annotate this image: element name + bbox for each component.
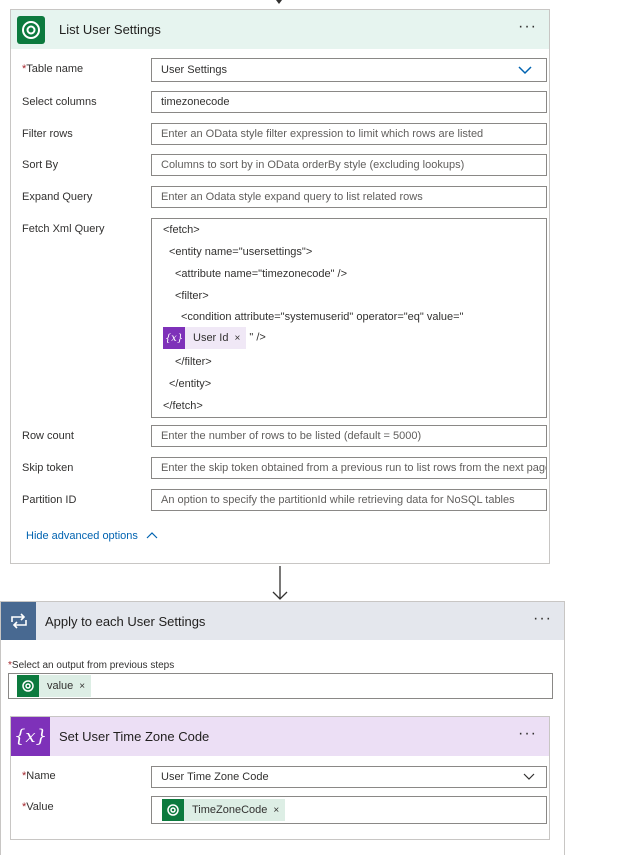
variable-value-label: Value	[26, 801, 54, 813]
user-id-token-line: {x} User Id × " />	[163, 327, 266, 349]
connector-arrow-head	[276, 0, 282, 4]
more-options-icon[interactable]: ···	[518, 726, 537, 742]
chevron-down-icon	[518, 66, 532, 75]
user-id-token[interactable]: {x} User Id ×	[163, 327, 247, 349]
expand-query-label: Expand Query	[22, 191, 93, 203]
variable-value-input[interactable]: TimeZoneCode ×	[151, 796, 547, 824]
xml-line: <filter>	[175, 290, 209, 302]
select-columns-label: Select columns	[22, 96, 97, 108]
partition-id-input[interactable]: An option to specify the partitionId whi…	[151, 489, 547, 511]
remove-token-icon[interactable]: ×	[79, 681, 85, 692]
row-count-label: Row count	[22, 430, 74, 442]
xml-line: <entity name="usersettings">	[169, 246, 313, 258]
table-name-label: Table name	[26, 63, 84, 75]
set-variable-card: {x} Set User Time Zone Code ··· *Name Us…	[10, 716, 550, 840]
dataverse-icon	[162, 799, 184, 821]
select-output-label: *Select an output from previous steps	[8, 660, 174, 671]
xml-line: </fetch>	[163, 400, 203, 412]
list-rows-action-header[interactable]: List User Settings ···	[11, 10, 549, 49]
remove-token-icon[interactable]: ×	[234, 333, 240, 344]
more-options-icon[interactable]: ···	[518, 19, 537, 35]
xml-line: </entity>	[169, 378, 212, 390]
xml-line: <attribute name="timezonecode" />	[175, 268, 347, 280]
hide-advanced-options-label: Hide advanced options	[26, 530, 138, 542]
chevron-up-icon	[146, 532, 158, 539]
table-name-dropdown[interactable]: User Settings	[151, 58, 547, 82]
fetch-xml-input[interactable]: <fetch> <entity name="usersettings"> <at…	[151, 218, 547, 418]
skip-token-label: Skip token	[22, 462, 74, 474]
variable-name-label: Name	[26, 770, 56, 782]
chevron-down-icon	[523, 773, 535, 780]
xml-line: <fetch>	[163, 224, 200, 236]
select-output-input[interactable]: value ×	[8, 673, 553, 699]
dataverse-icon	[11, 10, 50, 49]
dataverse-icon	[17, 675, 39, 697]
set-variable-header[interactable]: {x} Set User Time Zone Code ···	[11, 717, 549, 756]
filter-rows-input[interactable]: Enter an OData style filter expression t…	[151, 123, 547, 145]
hide-advanced-options-link[interactable]: Hide advanced options	[26, 530, 158, 542]
filter-rows-label: Filter rows	[22, 128, 73, 140]
row-count-input[interactable]: Enter the number of rows to be listed (d…	[151, 425, 547, 447]
action-title: List User Settings	[59, 22, 161, 37]
connector-arrow-icon	[272, 566, 288, 600]
value-token-label: value	[47, 680, 74, 692]
set-variable-title: Set User Time Zone Code	[59, 729, 210, 744]
xml-line: <condition attribute="systemuserid" oper…	[181, 311, 464, 323]
value-token[interactable]: value ×	[17, 675, 92, 697]
sort-by-input[interactable]: Columns to sort by in OData orderBy styl…	[151, 154, 547, 176]
apply-to-each-title: Apply to each User Settings	[45, 613, 206, 629]
skip-token-input[interactable]: Enter the skip token obtained from a pre…	[151, 457, 547, 479]
timezonecode-token-label: TimeZoneCode	[192, 804, 268, 816]
variable-name-dropdown[interactable]: User Time Zone Code	[151, 766, 547, 788]
fetch-xml-label: Fetch Xml Query	[22, 223, 105, 235]
variable-name-value: User Time Zone Code	[161, 771, 269, 783]
xml-line: " />	[249, 331, 266, 344]
timezonecode-token[interactable]: TimeZoneCode ×	[162, 799, 286, 821]
apply-to-each-header[interactable]: Apply to each User Settings ···	[1, 602, 564, 640]
list-rows-action-card: List User Settings ··· *Table name User …	[10, 9, 550, 564]
select-output-label-text: Select an output from previous steps	[11, 660, 175, 671]
loop-icon	[1, 602, 36, 640]
expand-query-input[interactable]: Enter an Odata style expand query to lis…	[151, 186, 547, 208]
table-name-value: User Settings	[161, 64, 228, 76]
user-id-token-label: User Id	[193, 332, 229, 344]
variable-icon: {x}	[11, 717, 50, 756]
xml-line: </filter>	[175, 356, 212, 368]
more-options-icon[interactable]: ···	[533, 611, 552, 627]
variable-icon: {x}	[163, 327, 185, 349]
remove-token-icon[interactable]: ×	[273, 805, 279, 816]
sort-by-label: Sort By	[22, 159, 59, 171]
partition-id-label: Partition ID	[22, 494, 77, 506]
select-columns-input[interactable]: timezonecode	[151, 91, 547, 113]
